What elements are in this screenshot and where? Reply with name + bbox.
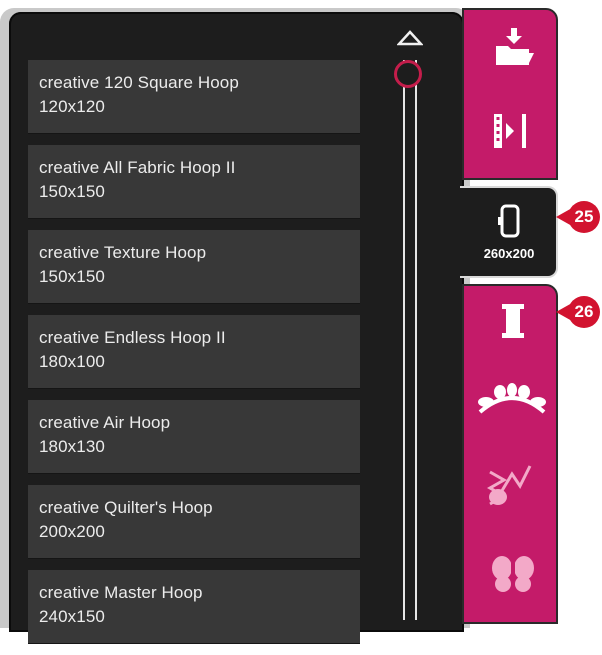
hoop-name: creative Air Hoop xyxy=(39,413,171,432)
embroidery-design-button[interactable] xyxy=(476,382,548,423)
embroidery-design-icon xyxy=(478,383,546,414)
hoop-name: creative Master Hoop xyxy=(39,583,203,602)
callout-25: 25 xyxy=(568,201,600,233)
hoop-name: creative Texture Hoop xyxy=(39,243,207,262)
list-item[interactable]: creative Endless Hoop II 180x100 xyxy=(28,315,360,388)
thread-spool-icon xyxy=(502,304,524,338)
mirror-icon xyxy=(494,114,526,148)
hoop-size: 180x100 xyxy=(39,352,105,371)
butterfly-icon xyxy=(492,556,534,592)
open-folder-icon xyxy=(496,28,534,65)
scroll-up-button[interactable] xyxy=(396,30,424,46)
selected-hoop-size: 260x200 xyxy=(483,246,535,261)
callout-26: 26 xyxy=(568,296,600,328)
hoop-selection-tab[interactable]: 260x200 xyxy=(460,186,558,278)
triangle-up-icon xyxy=(396,30,424,46)
hoop-size: 150x150 xyxy=(39,267,105,286)
upper-tab-group xyxy=(462,8,558,180)
hoop-name: creative All Fabric Hoop II xyxy=(39,158,236,177)
hoop-size: 240x150 xyxy=(39,607,105,626)
hoop-icon xyxy=(498,204,520,238)
scrollbar-thumb[interactable] xyxy=(394,60,422,88)
side-tab-bar: 260x200 xyxy=(460,8,560,624)
hoop-name: creative Quilter's Hoop xyxy=(39,498,213,517)
list-item[interactable]: creative 120 Square Hoop 120x120 xyxy=(28,60,360,133)
hoop-size: 120x120 xyxy=(39,97,105,116)
hoop-list: creative 120 Square Hoop 120x120 creativ… xyxy=(28,60,360,655)
butterfly-button[interactable] xyxy=(490,554,536,599)
stitch-icon xyxy=(486,465,532,506)
scrollbar-track[interactable] xyxy=(403,60,417,620)
list-item[interactable]: creative Texture Hoop 150x150 xyxy=(28,230,360,303)
hoop-size: 180x130 xyxy=(39,437,105,456)
hoop-name: creative 120 Square Hoop xyxy=(39,73,239,92)
stitch-button[interactable] xyxy=(486,464,536,513)
mirror-button[interactable] xyxy=(492,112,534,155)
hoop-size: 200x200 xyxy=(39,522,105,541)
open-design-button[interactable] xyxy=(492,28,536,73)
list-item[interactable]: creative Quilter's Hoop 200x200 xyxy=(28,485,360,558)
hoop-size: 150x150 xyxy=(39,182,105,201)
list-item[interactable]: creative Master Hoop 240x150 xyxy=(28,570,360,643)
thread-spool-button[interactable] xyxy=(502,304,524,343)
list-item[interactable]: creative All Fabric Hoop II 150x150 xyxy=(28,145,360,218)
lower-tab-group xyxy=(462,284,558,624)
list-item[interactable]: creative Air Hoop 180x130 xyxy=(28,400,360,473)
hoop-name: creative Endless Hoop II xyxy=(39,328,226,347)
